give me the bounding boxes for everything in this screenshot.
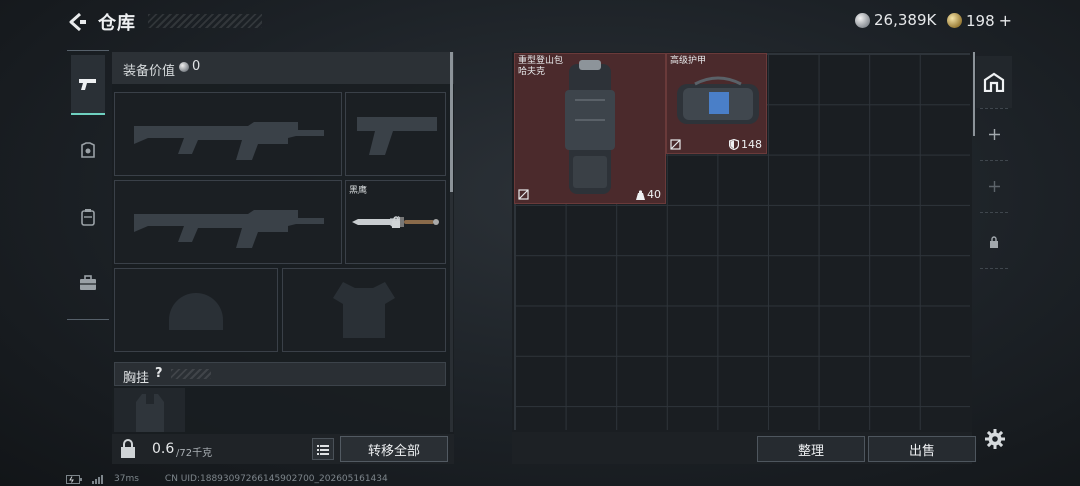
rail-divider xyxy=(980,268,1008,269)
weight-icon xyxy=(636,189,645,200)
battery-icon xyxy=(66,474,82,484)
category-rail xyxy=(67,50,109,320)
rail-divider xyxy=(980,212,1008,213)
lock-icon[interactable] xyxy=(118,439,138,459)
chest-rig-silhouette-icon xyxy=(136,394,164,432)
toolbox-icon xyxy=(80,275,96,290)
armor-icon xyxy=(81,142,95,158)
chest-rig-decoration xyxy=(171,369,211,379)
status-bar: 37ms CN UID:18893097266145902700_2026051… xyxy=(66,474,388,484)
weight-max: /72千克 xyxy=(176,448,213,459)
gold-coin-icon xyxy=(947,13,962,28)
armor-bag-image-icon xyxy=(677,76,759,124)
list-icon xyxy=(317,445,329,455)
lock-icon xyxy=(990,236,998,248)
rifle-silhouette-icon xyxy=(134,210,324,248)
rifle-silhouette-icon xyxy=(134,122,324,160)
chest-rig-bar xyxy=(114,362,446,386)
page-title: 仓库 xyxy=(98,13,136,34)
vest-silhouette-icon xyxy=(333,282,395,338)
ping-value: 37ms xyxy=(114,474,139,484)
uid-text: CN UID:18893097266145902700_202605161434 xyxy=(164,474,388,484)
pistol-icon xyxy=(79,79,96,90)
title-decoration xyxy=(148,14,262,28)
storage-page-add[interactable] xyxy=(976,108,1012,160)
melee-slot[interactable]: 黑鹰 xyxy=(345,180,446,264)
no-insure-icon xyxy=(518,189,529,200)
storage-page-home[interactable] xyxy=(976,56,1012,108)
item-stat-value: 148 xyxy=(741,138,762,151)
weight-current: 0.6 xyxy=(152,441,175,457)
no-insure-icon xyxy=(670,139,681,150)
home-icon xyxy=(983,72,1005,92)
storage-item-armor[interactable]: 高级护甲 148 xyxy=(666,53,767,154)
shield-icon xyxy=(729,139,739,150)
pistol-slot[interactable] xyxy=(345,92,446,176)
storage-page-rail xyxy=(976,52,1012,432)
tab-backpack[interactable] xyxy=(71,187,105,247)
silver-coin-icon xyxy=(855,12,870,28)
tab-weapons[interactable] xyxy=(71,55,105,115)
gold-currency[interactable]: 198 + xyxy=(947,11,1012,30)
silver-amount: 26,389K xyxy=(874,11,937,29)
item-name: 高级护甲 xyxy=(670,56,707,66)
melee-item-name: 黑鹰 xyxy=(349,186,368,196)
equipment-scroll-thumb[interactable] xyxy=(450,52,453,192)
gear-icon[interactable] xyxy=(984,428,1006,450)
storage-scrollbar[interactable] xyxy=(973,52,975,136)
gold-amount: 198 xyxy=(966,11,995,30)
tab-armor[interactable] xyxy=(71,121,105,181)
item-stat-value: 40 xyxy=(647,188,661,201)
lock-icon xyxy=(391,216,400,228)
helmet-silhouette-icon xyxy=(169,293,223,330)
sell-button[interactable]: 出售 xyxy=(868,436,976,462)
backpack-icon xyxy=(81,209,95,226)
primary-weapon-slot[interactable] xyxy=(114,92,342,176)
chest-rig-label: 胸挂 xyxy=(123,371,150,386)
back-icon[interactable] xyxy=(66,11,88,33)
list-view-button[interactable] xyxy=(312,438,334,460)
item-stat: 40 xyxy=(636,188,661,201)
backpack-image-icon xyxy=(565,60,615,194)
help-icon[interactable]: ? xyxy=(155,366,163,381)
transfer-all-button[interactable]: 转移全部 xyxy=(340,436,448,462)
add-currency-button[interactable]: + xyxy=(999,11,1012,30)
equipment-value: 0 xyxy=(192,59,201,74)
helmet-slot[interactable] xyxy=(114,268,278,352)
sort-button[interactable]: 整理 xyxy=(757,436,865,462)
storage-item-backpack[interactable]: 重型登山包 哈夫克 40 xyxy=(514,53,666,204)
armor-slot[interactable] xyxy=(282,268,446,352)
tab-supplies[interactable] xyxy=(71,253,105,313)
item-stat: 148 xyxy=(729,138,762,151)
equipment-value-label: 装备价值 xyxy=(123,64,176,79)
silver-coin-icon xyxy=(179,62,189,72)
signal-icon xyxy=(92,474,103,484)
secondary-weapon-slot[interactable] xyxy=(114,180,342,264)
pistol-silhouette-icon xyxy=(356,117,437,155)
silver-currency: 26,389K xyxy=(855,11,936,29)
storage-page-add-2[interactable] xyxy=(976,160,1012,212)
plus-icon xyxy=(988,180,1000,192)
storage-page-locked[interactable] xyxy=(976,216,1012,268)
plus-icon xyxy=(988,128,1000,140)
chest-rig-slot[interactable] xyxy=(114,388,185,432)
